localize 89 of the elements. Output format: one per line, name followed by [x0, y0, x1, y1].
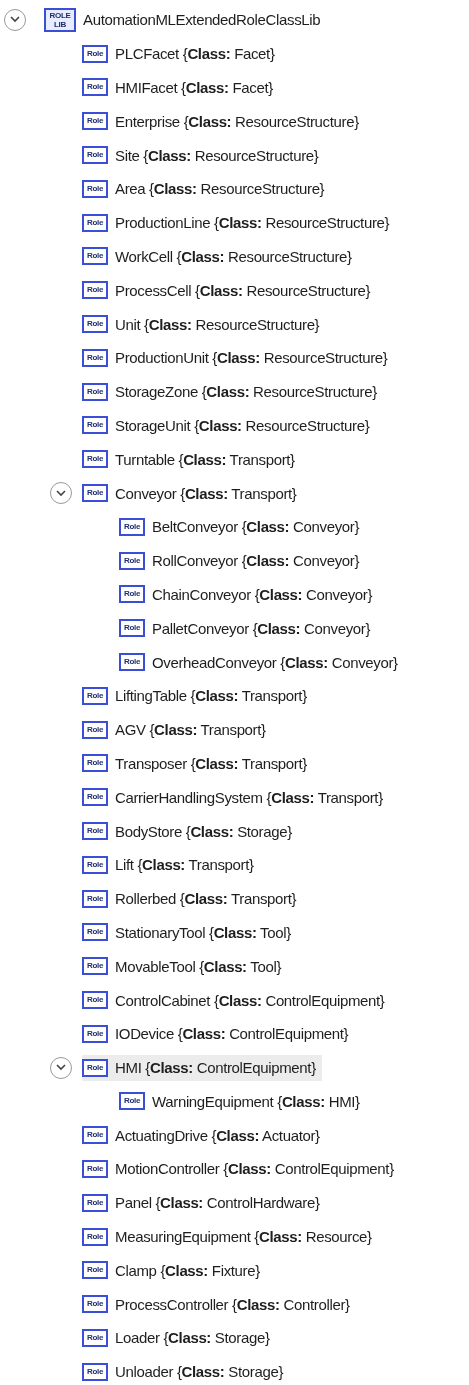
tree-item[interactable]: ProcessController {Class: Controller}: [115, 1295, 350, 1313]
chevron-down-icon: [10, 16, 20, 24]
role-icon: Role: [82, 146, 108, 165]
tree-item[interactable]: StorageZone {Class: ResourceStructure}: [115, 383, 377, 401]
tree-item[interactable]: StationaryTool {Class: Tool}: [115, 923, 291, 941]
tree-item[interactable]: StorageUnit {Class: ResourceStructure}: [115, 416, 370, 434]
role-icon: Role: [119, 653, 145, 672]
role-icon: Role: [82, 1193, 108, 1212]
role-icon: Role: [82, 1261, 108, 1280]
library-icon: ROLE LIB: [44, 7, 76, 32]
tree-item[interactable]: AGV {Class: Transport}: [115, 721, 266, 739]
role-icon: Role: [82, 957, 108, 976]
tree-item[interactable]: LiftingTable {Class: Transport}: [115, 687, 307, 705]
role-icon: Role: [82, 1058, 108, 1077]
role-icon: Role: [119, 619, 145, 638]
tree-item[interactable]: RollConveyor {Class: Conveyor}: [152, 552, 360, 570]
tree-item[interactable]: Unit {Class: ResourceStructure}: [115, 315, 320, 333]
chevron-down-icon: [56, 1064, 66, 1072]
role-icon: Role: [82, 1160, 108, 1178]
tree-item[interactable]: CarrierHandlingSystem {Class: Transport}: [115, 788, 383, 806]
tree-item[interactable]: HMI {Class: ControlEquipment}: [115, 1059, 316, 1077]
tree-item[interactable]: MotionController {Class: ControlEquipment}: [115, 1160, 394, 1178]
tree-item[interactable]: ProductionUnit {Class: ResourceStructure}: [115, 349, 388, 367]
collapse-toggle[interactable]: [50, 1056, 72, 1079]
role-icon: Role: [82, 923, 108, 942]
role-icon: Role: [82, 484, 108, 503]
role-icon: Role: [82, 991, 108, 1009]
collapse-toggle[interactable]: [4, 8, 26, 31]
role-icon: Role: [82, 112, 108, 131]
role-icon: Role: [82, 450, 108, 469]
role-icon: Role: [82, 720, 108, 739]
tree-item[interactable]: ProductionLine {Class: ResourceStructure}: [115, 214, 390, 232]
tree-item[interactable]: IODevice {Class: ControlEquipment}: [115, 1025, 349, 1043]
tree-item[interactable]: ActuatingDrive {Class: Actuator}: [115, 1126, 320, 1144]
tree-item[interactable]: Conveyor {Class: Transport}: [115, 484, 297, 502]
role-icon: Role: [82, 1126, 108, 1145]
tree-item[interactable]: MeasuringEquipment {Class: Resource}: [115, 1228, 372, 1246]
role-icon: Role: [82, 44, 108, 63]
role-icon: Role: [82, 754, 108, 773]
role-icon: Role: [82, 382, 108, 401]
role-icon: Role: [82, 889, 108, 908]
role-icon: Role: [82, 281, 108, 300]
collapse-toggle[interactable]: [50, 482, 72, 505]
tree-item[interactable]: WarningEquipment {Class: HMI}: [152, 1092, 360, 1110]
role-icon: Role: [82, 416, 108, 435]
tree-item[interactable]: ControlCabinet {Class: ControlEquipment}: [115, 991, 385, 1009]
tree-item[interactable]: WorkCell {Class: ResourceStructure}: [115, 247, 352, 265]
tree-item[interactable]: Unloader {Class: Storage}: [115, 1363, 284, 1381]
tree-item[interactable]: ChainConveyor {Class: Conveyor}: [152, 585, 373, 603]
role-icon: Role: [82, 348, 108, 367]
role-icon: Role: [82, 213, 108, 232]
tree-item[interactable]: Lift {Class: Transport}: [115, 856, 254, 874]
role-icon: Role: [82, 179, 108, 198]
tree-item[interactable]: BodyStore {Class: Storage}: [115, 822, 292, 840]
selected-row-highlight[interactable]: Role HMI {Class: ControlEquipment}: [82, 1054, 322, 1081]
tree-item[interactable]: Turntable {Class: Transport}: [115, 450, 295, 468]
role-icon: Role: [82, 78, 108, 97]
role-icon: Role: [82, 1024, 108, 1043]
role-icon: Role: [82, 686, 108, 705]
tree-item[interactable]: OverheadConveyor {Class: Conveyor}: [152, 653, 398, 671]
role-icon: Role: [82, 1328, 108, 1347]
tree-item[interactable]: HMIFacet {Class: Facet}: [115, 79, 273, 96]
chevron-down-icon: [56, 489, 66, 497]
tree-item[interactable]: Rollerbed {Class: Transport}: [115, 890, 297, 908]
tree-item[interactable]: AutomationMLExtendedRoleClassLib: [83, 11, 321, 29]
role-icon: Role: [82, 315, 108, 334]
tree-item[interactable]: Clamp {Class: Fixture}: [115, 1261, 260, 1279]
tree-item[interactable]: ProcessCell {Class: ResourceStructure}: [115, 281, 371, 299]
tree-item[interactable]: Transposer {Class: Transport}: [115, 754, 307, 772]
role-icon: Role: [82, 247, 108, 266]
role-icon: Role: [119, 517, 145, 536]
tree-item[interactable]: PalletConveyor {Class: Conveyor}: [152, 619, 371, 637]
role-icon: Role: [119, 1092, 145, 1111]
tree-item[interactable]: MovableTool {Class: Tool}: [115, 957, 282, 975]
role-icon: Role: [82, 788, 108, 807]
role-icon: Role: [82, 1362, 108, 1381]
role-icon: Role: [82, 855, 108, 874]
tree-item[interactable]: Panel {Class: ControlHardware}: [115, 1194, 320, 1212]
role-icon: Role: [119, 551, 145, 570]
tree-item[interactable]: Enterprise {Class: ResourceStructure}: [115, 112, 359, 130]
role-icon: Role: [82, 1295, 108, 1314]
tree-item[interactable]: Loader {Class: Storage}: [115, 1329, 270, 1347]
tree-item[interactable]: BeltConveyor {Class: Conveyor}: [152, 518, 360, 536]
role-icon: Role: [119, 585, 145, 604]
role-icon: Role: [82, 1227, 108, 1246]
tree-item[interactable]: Area {Class: ResourceStructure}: [115, 180, 325, 198]
tree-item[interactable]: PLCFacet {Class: Facet}: [115, 45, 275, 63]
role-icon: Role: [82, 822, 108, 840]
tree-item[interactable]: Site {Class: ResourceStructure}: [115, 146, 319, 164]
